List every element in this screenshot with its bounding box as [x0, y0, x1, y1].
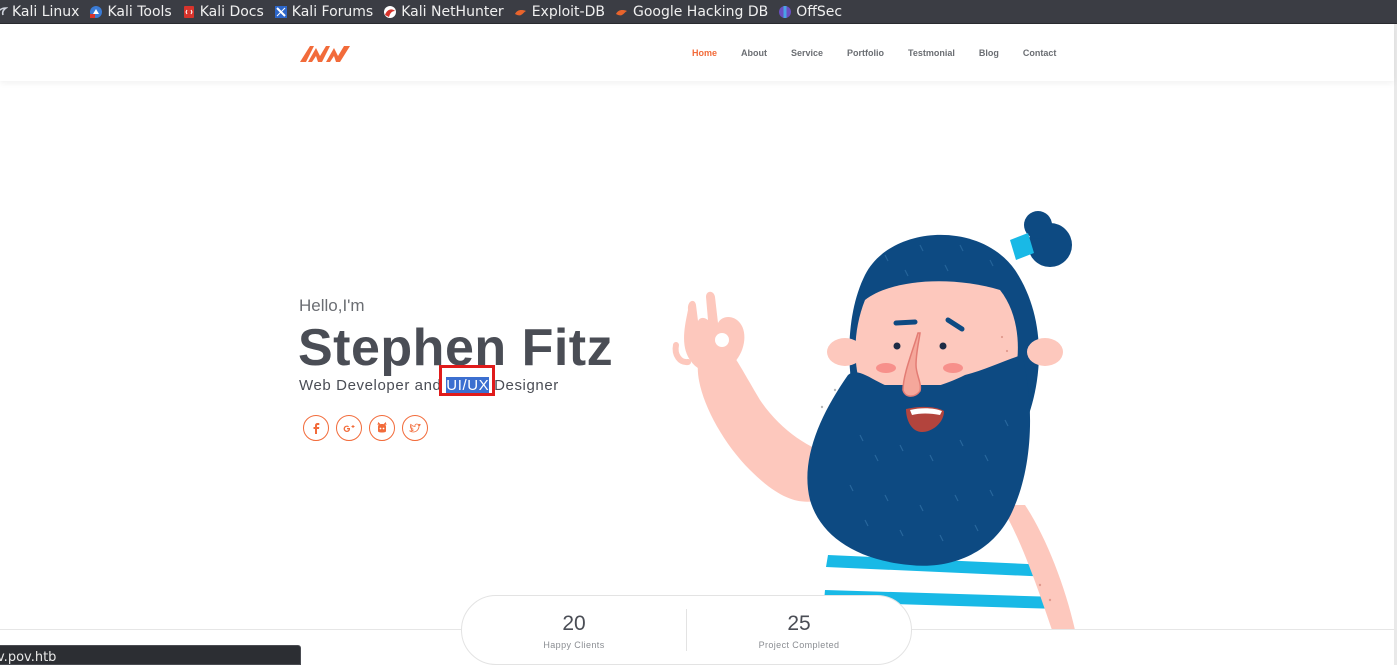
- bookmark-kali-forums[interactable]: Kali Forums: [270, 0, 379, 23]
- bookmark-kali-nethunter[interactable]: Kali NetHunter: [379, 0, 509, 23]
- ghdb-icon: [615, 5, 629, 19]
- nav-about[interactable]: About: [729, 48, 779, 58]
- bookmark-exploit-db[interactable]: Exploit-DB: [510, 0, 611, 23]
- stat-value: 20: [562, 612, 586, 635]
- hero-role: Web Developer and UI/UX Designer: [299, 377, 559, 394]
- bookmark-label: OffSec: [796, 3, 843, 20]
- kali-forums-icon: [274, 5, 288, 19]
- stat-happy-clients: 20 Happy Clients: [462, 596, 686, 650]
- main-nav: Home About Service Portfolio Testmonial …: [680, 24, 1068, 81]
- bookmark-label: Exploit-DB: [531, 3, 605, 20]
- bookmark-label: Google Hacking DB: [632, 3, 769, 20]
- status-url-text: v.pov.htb: [0, 650, 57, 665]
- nav-service[interactable]: Service: [779, 48, 835, 58]
- stats-card: 20 Happy Clients 25 Project Completed: [461, 595, 912, 665]
- bookmark-kali-docs[interactable]: Kali Docs: [178, 0, 270, 23]
- nav-home[interactable]: Home: [680, 48, 729, 58]
- nethunter-icon: [383, 5, 397, 19]
- bookmark-label: Kali Tools: [107, 3, 172, 20]
- role-text-after: Designer: [489, 377, 559, 394]
- bookmark-label: Kali Docs: [199, 3, 264, 20]
- kali-dragon-icon: [0, 5, 8, 19]
- bookmark-kali-linux[interactable]: Kali Linux: [0, 0, 85, 23]
- google-plus-icon[interactable]: [336, 415, 362, 441]
- nav-blog[interactable]: Blog: [967, 48, 1011, 58]
- bookmark-ghdb[interactable]: Google Hacking DB: [611, 0, 774, 23]
- hero-greeting: Hello,I'm: [299, 296, 365, 315]
- bookmark-label: Kali NetHunter: [401, 3, 504, 20]
- selection-highlight-box: [439, 365, 495, 396]
- role-text-before: Web Developer and: [299, 377, 447, 394]
- twitter-icon[interactable]: [402, 415, 428, 441]
- facebook-icon[interactable]: [303, 415, 329, 441]
- social-links: [303, 415, 428, 441]
- site-header: Home About Service Portfolio Testmonial …: [0, 24, 1394, 81]
- kali-docs-icon: [182, 5, 196, 19]
- site-logo[interactable]: [298, 36, 354, 70]
- stat-label: Project Completed: [758, 640, 840, 650]
- offsec-icon: [778, 5, 792, 19]
- bookmarks-bar: Kali Linux Kali Tools Kali Docs Kali For…: [0, 0, 1397, 24]
- stat-label: Happy Clients: [543, 640, 605, 650]
- stat-value: 25: [787, 612, 811, 635]
- bookmark-kali-tools[interactable]: Kali Tools: [85, 0, 177, 23]
- stat-projects-completed: 25 Project Completed: [687, 596, 911, 650]
- kali-tools-icon: [89, 5, 103, 19]
- exploit-db-icon: [514, 5, 528, 19]
- browser-status-url: v.pov.htb: [0, 645, 301, 665]
- bookmark-label: Kali Linux: [12, 3, 80, 20]
- hero-illustration: [660, 205, 1090, 630]
- bookmark-label: Kali Forums: [291, 3, 374, 20]
- nav-testmonial[interactable]: Testmonial: [896, 48, 967, 58]
- nav-portfolio[interactable]: Portfolio: [835, 48, 896, 58]
- nav-contact[interactable]: Contact: [1011, 48, 1069, 58]
- github-icon[interactable]: [369, 415, 395, 441]
- bookmark-offsec[interactable]: OffSec: [774, 0, 848, 23]
